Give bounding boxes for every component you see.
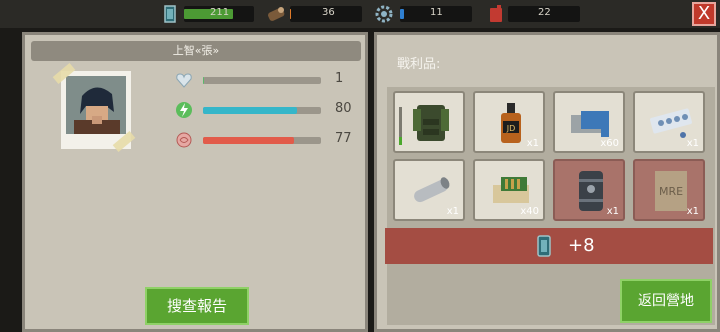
battery-icon — [537, 235, 551, 257]
resource-bar: 211 36 11 22 X — [0, 0, 720, 28]
health-bar — [203, 77, 321, 84]
energy-value: 80 — [335, 101, 352, 116]
survivor-name: 上智«張» — [31, 41, 361, 61]
tape-decoration — [112, 130, 136, 153]
health-bar-fill — [203, 77, 205, 84]
sanity-bar — [203, 137, 321, 144]
survivor-face-icon — [66, 76, 126, 134]
survivor-portrait — [52, 62, 136, 153]
search-report-button[interactable]: 搜查報告 — [145, 287, 249, 325]
brain-icon — [176, 132, 192, 148]
durability-fill — [399, 137, 402, 145]
battery-bar: 211 — [184, 6, 254, 22]
item-qty: x1 — [606, 206, 619, 217]
vest-icon — [413, 105, 449, 141]
battery-icon — [164, 5, 176, 23]
parts-value: 11 — [430, 7, 443, 18]
item-qty: x60 — [600, 138, 619, 149]
loot-slot[interactable]: MRE x1 — [633, 159, 705, 221]
gear-icon — [375, 5, 393, 23]
svg-text:MRE: MRE — [659, 185, 683, 198]
battery-value: 211 — [210, 7, 230, 18]
loot-panel: 戰利品: JD x1 x60 x1 x1 x40 x1 MRE x1 +8 返回… — [374, 32, 720, 332]
item-qty: x1 — [686, 206, 699, 217]
item-qty: x1 — [686, 138, 699, 149]
svg-text:JD: JD — [506, 124, 516, 133]
wood-bar: 36 — [290, 6, 362, 22]
fuel-resource: 22 — [486, 4, 580, 24]
energy-stat: 80 — [175, 101, 365, 119]
battery-resource: 211 — [160, 4, 256, 24]
wood-bar-fill — [290, 9, 292, 19]
survivor-avatar — [66, 76, 126, 134]
energy-bar — [203, 107, 321, 114]
sanity-value: 77 — [335, 131, 352, 146]
wood-value: 36 — [322, 7, 335, 18]
loot-slot[interactable]: x1 — [393, 159, 465, 221]
fuel-bar: 22 — [508, 6, 580, 22]
loot-slot[interactable] — [393, 91, 465, 153]
item-qty: x1 — [446, 206, 459, 217]
fuel-can-icon — [490, 5, 502, 22]
loot-slot[interactable]: x1 — [633, 91, 705, 153]
return-camp-button[interactable]: 返回營地 — [620, 279, 712, 323]
wood-resource: 36 — [266, 4, 362, 24]
parts-bar-fill — [400, 9, 404, 19]
heart-icon — [176, 73, 192, 88]
item-qty: x40 — [520, 206, 539, 217]
loot-slot[interactable]: x60 — [553, 91, 625, 153]
item-qty: x1 — [526, 138, 539, 149]
sanity-bar-fill — [203, 137, 294, 144]
log-icon — [268, 7, 285, 21]
loot-title: 戰利品: — [397, 57, 441, 72]
parts-resource: 11 — [374, 4, 472, 24]
loot-slot[interactable]: x40 — [473, 159, 545, 221]
energy-bar-fill — [203, 107, 298, 114]
health-value: 1 — [335, 71, 344, 86]
health-stat: 1 — [175, 71, 365, 89]
close-button[interactable]: X — [692, 2, 716, 26]
fuel-value: 22 — [538, 7, 551, 18]
survivor-panel: 上智«張» 1 80 77 搜查報告 — [22, 32, 368, 332]
parts-bar: 11 — [400, 6, 472, 22]
loot-slot[interactable]: x1 — [553, 159, 625, 221]
energy-icon — [176, 102, 192, 118]
bonus-reward: +8 — [385, 228, 713, 264]
bonus-amount: +8 — [568, 235, 595, 256]
sanity-stat: 77 — [175, 131, 365, 149]
loot-slot[interactable]: JD x1 — [473, 91, 545, 153]
